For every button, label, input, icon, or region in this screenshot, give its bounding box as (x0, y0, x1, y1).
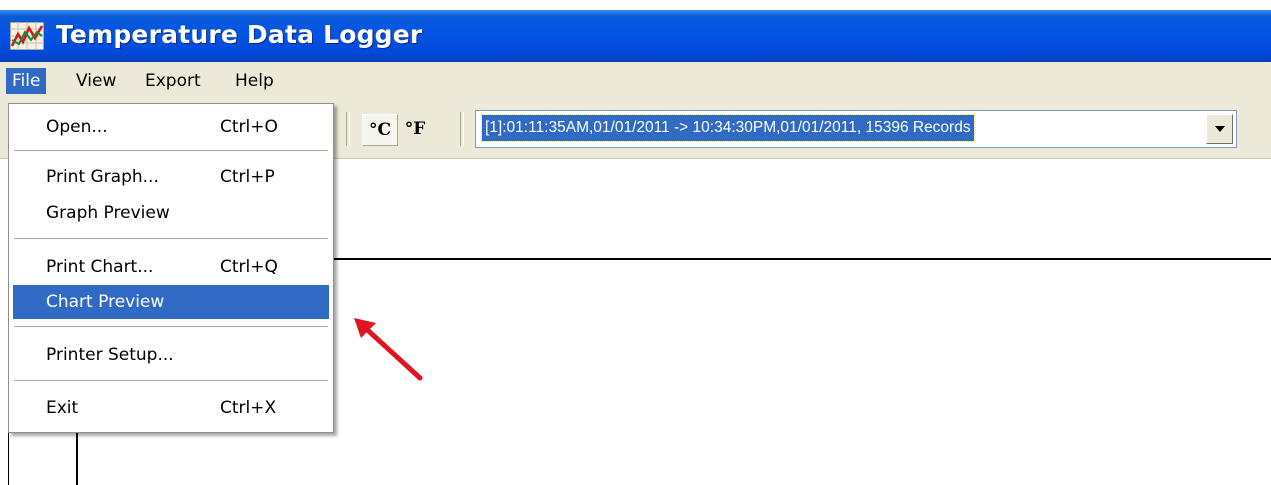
graph-border-line (8, 430, 9, 485)
menu-item-label: Graph Preview (46, 203, 170, 223)
window-title: Temperature Data Logger (56, 20, 423, 49)
menu-item-graph-preview[interactable]: Graph Preview (13, 196, 329, 230)
menu-help[interactable]: Help (229, 68, 280, 94)
menu-item-shortcut: Ctrl+O (220, 117, 278, 137)
menu-item-label: Printer Setup... (46, 345, 174, 365)
menu-item-label: Exit (46, 398, 79, 418)
menu-item-shortcut: Ctrl+X (220, 398, 277, 418)
menu-separator (14, 150, 328, 152)
menu-item-printer-setup[interactable]: Printer Setup... (13, 338, 329, 372)
menu-export[interactable]: Export (139, 68, 207, 94)
menu-item-shortcut: Ctrl+Q (220, 257, 278, 277)
graph-axis-line (330, 258, 1271, 260)
menu-item-chart-preview[interactable]: Chart Preview (13, 285, 329, 319)
menu-view[interactable]: View (70, 68, 122, 94)
menu-file[interactable]: File (6, 68, 47, 94)
fahrenheit-button[interactable]: °F (398, 114, 432, 144)
menu-item-label: Open... (46, 117, 108, 137)
record-select[interactable]: [1]:01:11:35AM,01/01/2011 -> 10:34:30PM,… (475, 110, 1237, 148)
top-strip (0, 0, 1271, 10)
menu-item-label: Print Chart... (46, 257, 154, 277)
record-select-value: [1]:01:11:35AM,01/01/2011 -> 10:34:30PM,… (481, 114, 975, 142)
chart-line-icon (10, 22, 44, 50)
menu-item-print-chart[interactable]: Print Chart... Ctrl+Q (13, 250, 329, 284)
celsius-button[interactable]: °C (362, 114, 398, 146)
menu-item-open[interactable]: Open... Ctrl+O (13, 110, 329, 144)
menu-separator (14, 238, 328, 240)
title-bar: Temperature Data Logger (0, 10, 1271, 62)
menu-bar: File View Export Help (0, 62, 1271, 100)
menu-item-label: Print Graph... (46, 167, 159, 187)
menu-item-shortcut: Ctrl+P (220, 167, 275, 187)
menu-separator (14, 380, 328, 382)
toolbar-separator (346, 112, 350, 146)
menu-item-label: Chart Preview (46, 292, 165, 312)
dropdown-button[interactable] (1206, 114, 1233, 144)
red-arrow-annotation (354, 318, 423, 381)
graph-axis-line (76, 430, 78, 485)
chevron-down-icon (1214, 126, 1225, 132)
menu-item-print-graph[interactable]: Print Graph... Ctrl+P (13, 160, 329, 194)
menu-item-exit[interactable]: Exit Ctrl+X (13, 391, 329, 425)
toolbar-separator (460, 112, 464, 146)
file-menu-dropdown: Open... Ctrl+O Print Graph... Ctrl+P Gra… (8, 103, 334, 433)
menu-separator (14, 326, 328, 328)
